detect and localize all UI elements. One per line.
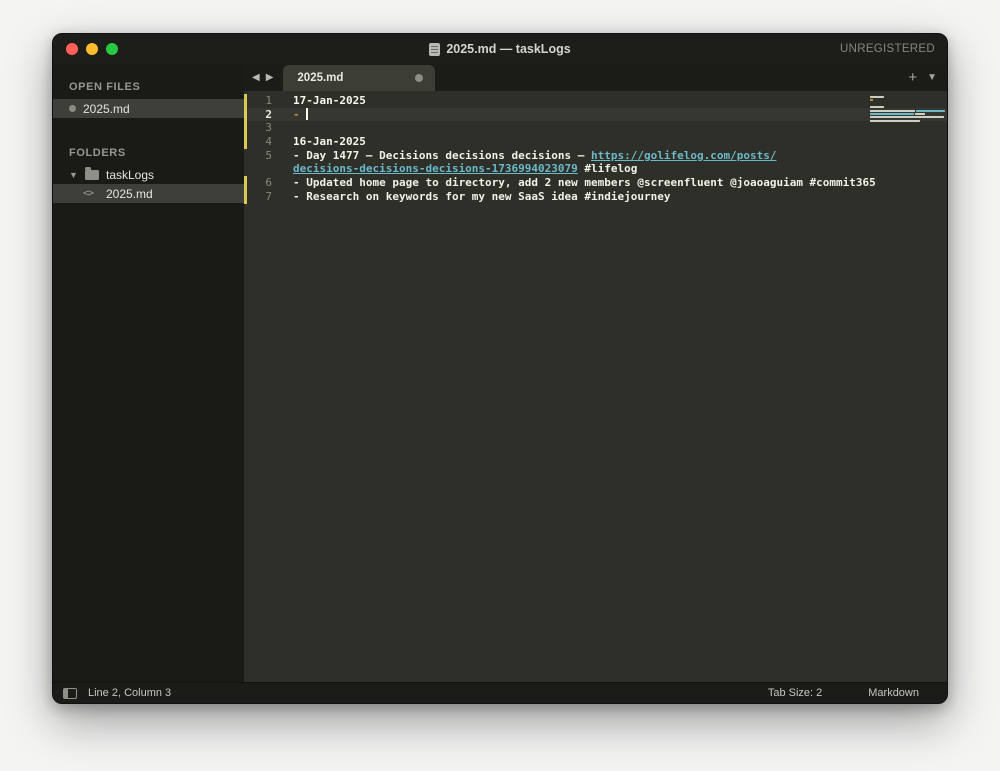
line-text[interactable]: decisions-decisions-decisions-1736994023…: [272, 162, 637, 176]
code-line[interactable]: 5- Day 1477 – Decisions decisions decisi…: [244, 149, 947, 163]
line-text[interactable]: -: [272, 107, 308, 122]
window-title: 2025.md — taskLogs: [446, 42, 571, 56]
line-number[interactable]: 7: [244, 190, 272, 204]
syntax-button[interactable]: Markdown: [868, 687, 919, 699]
title-bar: 2025.md — taskLogs UNREGISTERED: [53, 34, 947, 64]
line-number[interactable]: [244, 162, 272, 176]
folder-icon: [85, 166, 99, 180]
line-text[interactable]: 17-Jan-2025: [272, 94, 366, 108]
line-text[interactable]: - Research on keywords for my new SaaS i…: [272, 190, 671, 204]
traffic-lights: [53, 43, 118, 55]
line-text[interactable]: 16-Jan-2025: [272, 135, 366, 149]
line-number[interactable]: 2: [244, 108, 272, 122]
line-text[interactable]: - Day 1477 – Decisions decisions decisio…: [272, 149, 776, 163]
sidebar-toggle-icon[interactable]: [63, 687, 77, 699]
cursor-position-label: Line 2, Column 3: [88, 687, 172, 699]
chevron-down-icon[interactable]: ▼: [69, 170, 78, 180]
text-cursor: [306, 107, 308, 120]
folders-header: FOLDERS: [69, 147, 126, 159]
tab-bar: ◀ ▶ 2025.md + ▼: [244, 64, 947, 91]
line-number[interactable]: 5: [244, 149, 272, 163]
tab-label: 2025.md: [297, 72, 344, 84]
open-file-item[interactable]: 2025.md: [53, 99, 244, 118]
code-line[interactable]: 4 16-Jan-2025: [244, 135, 947, 149]
close-window-button[interactable]: [66, 43, 78, 55]
prev-tab-icon[interactable]: ◀: [252, 72, 260, 83]
code-file-icon: <>: [83, 188, 94, 199]
tab-overflow-icon[interactable]: ▼: [927, 72, 937, 83]
new-tab-icon[interactable]: +: [908, 70, 917, 85]
editor-area[interactable]: 1 17-Jan-2025 2- 3 4 16-Jan-2025 5- Day 1477 …: [244, 91, 947, 682]
tab-modified-dot-icon[interactable]: [415, 74, 424, 82]
minimize-window-button[interactable]: [86, 43, 98, 55]
registration-status: UNREGISTERED: [840, 43, 935, 55]
tab-2025md[interactable]: 2025.md: [283, 65, 436, 91]
folder-file-item[interactable]: <> 2025.md: [53, 184, 244, 203]
code-line[interactable]: decisions-decisions-decisions-1736994023…: [244, 162, 947, 176]
line-number[interactable]: 4: [244, 135, 272, 149]
document-icon: [429, 42, 441, 56]
code-line[interactable]: 3: [244, 121, 947, 135]
next-tab-icon[interactable]: ▶: [266, 72, 274, 83]
modified-dot-icon: [69, 105, 76, 112]
line-text[interactable]: [272, 121, 293, 135]
code-line[interactable]: 1 17-Jan-2025: [244, 94, 947, 108]
line-text[interactable]: - Updated home page to directory, add 2 …: [272, 176, 876, 190]
line-number[interactable]: 6: [244, 176, 272, 190]
zoom-window-button[interactable]: [106, 43, 118, 55]
line-number[interactable]: 1: [244, 94, 272, 108]
code-line[interactable]: 6- Updated home page to directory, add 2…: [244, 176, 947, 190]
open-files-header: OPEN FILES: [69, 81, 141, 93]
open-file-label: 2025.md: [83, 101, 130, 116]
folder-item[interactable]: ▼ taskLogs: [53, 165, 244, 184]
folder-file-label: 2025.md: [106, 186, 153, 201]
sidebar: OPEN FILES 2025.md FOLDERS ▼ taskLogs <>…: [53, 64, 244, 682]
app-window: 2025.md — taskLogs UNREGISTERED OPEN FIL…: [52, 33, 948, 704]
line-number[interactable]: 3: [244, 121, 272, 135]
code-line[interactable]: 7- Research on keywords for my new SaaS …: [244, 190, 947, 204]
tab-size-button[interactable]: Tab Size: 2: [768, 687, 822, 699]
status-bar: Line 2, Column 3 Tab Size: 2 Markdown: [53, 682, 947, 703]
minimap[interactable]: [865, 93, 947, 129]
code-line[interactable]: 2-: [244, 107, 947, 122]
folder-label: taskLogs: [106, 167, 155, 182]
